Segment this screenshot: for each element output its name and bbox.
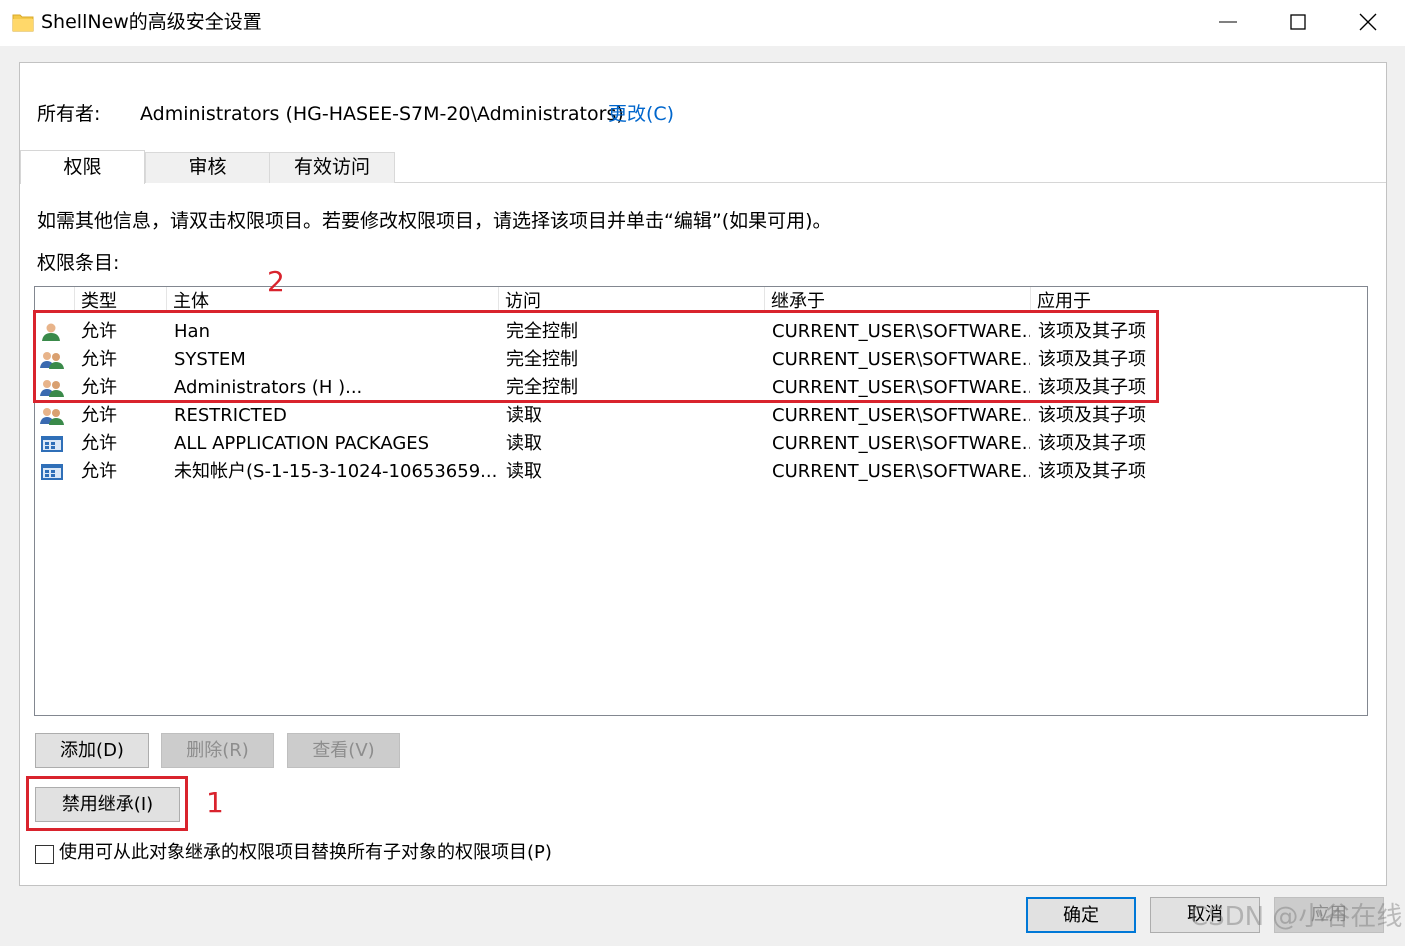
folder-icon [12,12,34,32]
entry-access: 读取 [506,433,542,454]
replace-child-permissions-checkbox[interactable] [35,845,54,864]
entry-type: 允许 [81,461,117,482]
title-bar: ShellNew的高级安全设置 [0,0,1405,46]
entry-type: 允许 [81,433,117,454]
group-icon [40,402,66,430]
entry-applies-to: 该项及其子项 [1038,433,1146,454]
change-owner-link[interactable]: 更改(C) [608,101,674,127]
minimize-button[interactable] [1193,0,1263,44]
tab-auditing[interactable]: 审核 [145,152,270,183]
owner-label: 所有者: [37,103,101,125]
remove-button[interactable]: 删除(R) [161,733,274,768]
entry-principal: ALL APPLICATION PACKAGES [174,433,430,454]
entry-applies-to: 该项及其子项 [1038,405,1146,426]
maximize-button[interactable] [1263,0,1333,44]
entry-inherited-from: CURRENT_USER\SOFTWARE... [772,405,1030,426]
info-text: 如需其他信息，请双击权限项目。若要修改权限项目，请选择该项目并单击“编辑”(如果… [37,210,832,232]
add-button[interactable]: 添加(D) [35,733,149,768]
annotation-number-2: 2 [267,265,285,298]
maximize-icon [1290,14,1306,30]
entry-applies-to: 该项及其子项 [1038,461,1146,482]
entry-access: 读取 [506,461,542,482]
tab-permissions[interactable]: 权限 [20,150,145,184]
window-title: ShellNew的高级安全设置 [41,11,262,33]
table-row[interactable]: 允许 ALL APPLICATION PACKAGES 读取 CURRENT_U… [35,430,1367,458]
entry-access: 读取 [506,405,542,426]
entry-principal: RESTRICTED [174,405,287,426]
permission-entries-label: 权限条目: [37,252,120,274]
app-package-icon [40,430,66,458]
annotation-box-2 [33,310,1159,403]
annotation-box-1 [26,776,188,831]
minimize-icon [1219,21,1237,23]
view-button[interactable]: 查看(V) [287,733,400,768]
entry-principal: 未知帐户(S-1-15-3-1024-10653659... [174,461,498,482]
replace-child-permissions-label[interactable]: 使用可从此对象继承的权限项目替换所有子对象的权限项目(P) [59,840,552,866]
tab-effective-access[interactable]: 有效访问 [269,152,395,183]
entry-type: 允许 [81,405,117,426]
entry-inherited-from: CURRENT_USER\SOFTWARE... [772,461,1030,482]
owner-value: Administrators (HG-HASEE-S7M-20\Administ… [140,103,624,125]
app-package-icon [40,458,66,486]
table-row[interactable]: 允许 RESTRICTED 读取 CURRENT_USER\SOFTWARE..… [35,402,1367,430]
table-row[interactable]: 允许 未知帐户(S-1-15-3-1024-10653659... 读取 CUR… [35,458,1367,486]
watermark: CSDN @小谷在线 [1190,902,1403,932]
close-button[interactable] [1333,0,1403,44]
ok-button[interactable]: 确定 [1026,897,1136,933]
close-icon [1359,13,1377,31]
annotation-number-1: 1 [206,786,224,819]
entry-inherited-from: CURRENT_USER\SOFTWARE... [772,433,1030,454]
